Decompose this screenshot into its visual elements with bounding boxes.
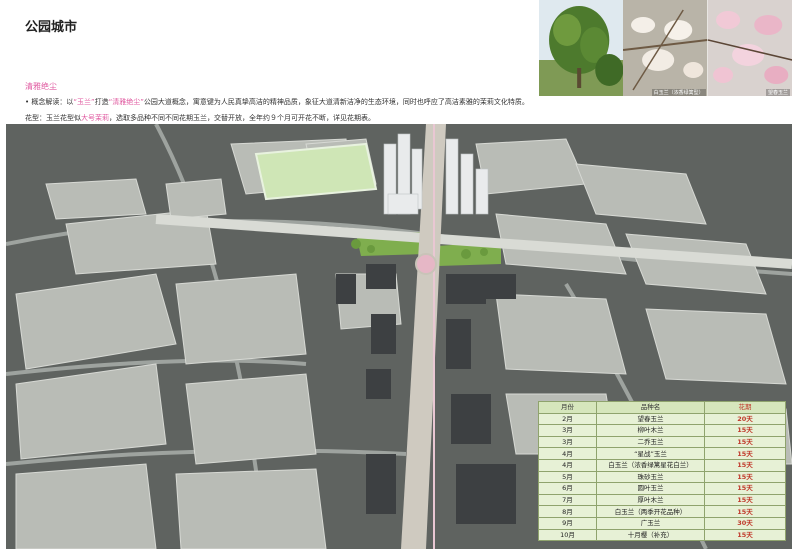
period-cell: 20天 <box>704 412 786 426</box>
period-cell: 15天 <box>704 458 786 472</box>
tagline: 清雅绝尘 <box>25 82 57 91</box>
month-cell: 8月 <box>538 505 597 518</box>
month-cell: 3月 <box>538 424 597 437</box>
table-row: 8月 白玉兰（两季开花品种） 15天 <box>538 505 786 518</box>
month-cell: 10月 <box>538 528 597 542</box>
header-variety: 品种名 <box>596 401 705 414</box>
table-row: 3月 柳叶木兰 15天 <box>538 424 786 437</box>
variety-cell: 圆叶玉兰 <box>596 482 705 495</box>
month-cell: 9月 <box>538 516 597 530</box>
photo-caption: 白玉兰（浓香绿篱型） <box>651 89 706 96</box>
page-title: 公园城市 <box>25 20 78 35</box>
variety-cell: 十月樱（补充） <box>596 528 705 542</box>
magnolia-tree-photo <box>539 0 624 96</box>
bloom-schedule-table: 月份 品种名 花期 2月 望春玉兰 20天 3月 柳叶木兰 15天 3月 二乔玉兰 15天 … <box>538 401 786 542</box>
table-row: 4月 白玉兰（浓香绿篱星花白兰） 15天 <box>538 458 786 472</box>
table-row: 10月 十月樱（补充） 15天 <box>538 528 786 542</box>
table-row: 3月 二乔玉兰 15天 <box>538 435 786 449</box>
month-cell: 6月 <box>538 482 597 495</box>
variety-cell: 白玉兰（两季开花品种） <box>596 505 705 518</box>
month-cell: 2月 <box>538 412 597 426</box>
month-cell: 7月 <box>538 493 597 507</box>
table-row: 5月 珠砂玉兰 15天 <box>538 470 786 484</box>
period-cell: 15天 <box>704 493 786 507</box>
period-cell: 15天 <box>704 435 786 449</box>
month-cell: 3月 <box>538 435 597 449</box>
white-magnolia-flower-photo: 白玉兰（浓香绿篱型） <box>623 0 708 96</box>
variety-cell: “星战”玉兰 <box>596 447 705 460</box>
concept-mid: 打造 <box>94 98 109 106</box>
variety-cell: 珠砂玉兰 <box>596 470 705 484</box>
photo-caption: 望春玉兰 <box>765 89 790 96</box>
concept-rest: 公园大道概念，寓意键为人民真挚高洁的精神品质，象征大道清新洁净的生态环境，同时也… <box>143 98 529 106</box>
variety-cell: 望春玉兰 <box>596 412 705 426</box>
period-cell: 15天 <box>704 470 786 484</box>
period-cell: 15天 <box>704 447 786 460</box>
header-month: 月份 <box>538 401 597 414</box>
bullet: • <box>25 98 30 106</box>
table-row: 6月 圆叶玉兰 15天 <box>538 482 786 495</box>
flower-text: 花型：玉兰花型似大号茉莉，选取多品种不同不同花期玉兰，交替开放，全年约９个月可开… <box>25 113 375 123</box>
table-row: 9月 广玉兰 30天 <box>538 516 786 530</box>
variety-cell: 厚叶木兰 <box>596 493 705 507</box>
flower-prefix: 花型：玉兰花型似 <box>25 114 81 122</box>
table-row: 2月 望春玉兰 20天 <box>538 412 786 426</box>
table-header-row: 月份 品种名 花期 <box>538 401 786 414</box>
concept-text: • 概念解读：以“玉兰”打造“清雅绝尘”公园大道概念，寓意键为人民真挚高洁的精神… <box>25 97 529 107</box>
concept-prefix: 概念解读：以 <box>31 98 74 106</box>
table-row: 4月 “星战”玉兰 15天 <box>538 447 786 460</box>
table-row: 7月 厚叶木兰 15天 <box>538 493 786 507</box>
flower-rest: ，选取多品种不同不同花期玉兰，交替开放，全年约９个月可开花不断，详见花期表。 <box>109 114 375 122</box>
concept-highlight-theme: “清雅绝尘” <box>108 98 144 106</box>
photo-strip: 白玉兰（浓香绿篱型） 望春玉兰 <box>539 0 792 96</box>
pink-magnolia-flower-photo: 望春玉兰 <box>707 0 792 96</box>
month-cell: 4月 <box>538 447 597 460</box>
flower-highlight: 大号茉莉 <box>81 114 109 122</box>
variety-cell: 柳叶木兰 <box>596 424 705 437</box>
period-cell: 15天 <box>704 528 786 542</box>
period-cell: 15天 <box>704 482 786 495</box>
month-cell: 5月 <box>538 470 597 484</box>
header-period: 花期 <box>704 401 786 414</box>
concept-highlight-yulan: “玉兰” <box>73 98 95 106</box>
month-cell: 4月 <box>538 458 597 472</box>
variety-cell: 广玉兰 <box>596 516 705 530</box>
period-cell: 30天 <box>704 516 786 530</box>
variety-cell: 白玉兰（浓香绿篱星花白兰） <box>596 458 705 472</box>
period-cell: 15天 <box>704 505 786 518</box>
period-cell: 15天 <box>704 424 786 437</box>
variety-cell: 二乔玉兰 <box>596 435 705 449</box>
